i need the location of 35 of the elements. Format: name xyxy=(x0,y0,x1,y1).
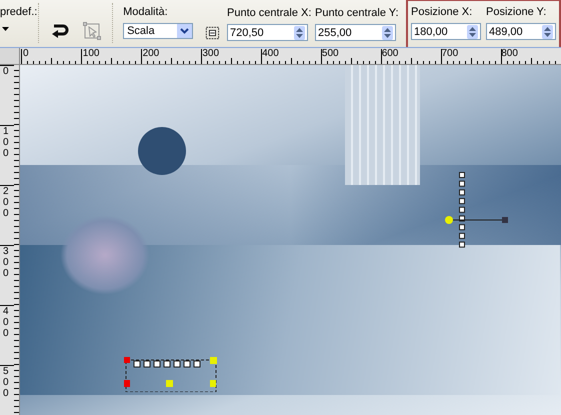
ruler-label: 200 xyxy=(142,48,160,59)
mode-dropdown[interactable]: Scala xyxy=(123,23,194,39)
ruler-label: 200 xyxy=(2,186,10,219)
ruler-label: 0 xyxy=(2,66,10,77)
ruler-label: 500 xyxy=(322,48,340,59)
field-label: Punto centrale X: xyxy=(227,6,312,20)
field-label: Posizione Y: xyxy=(486,5,546,19)
caret-icon[interactable] xyxy=(2,27,9,31)
chevron-down-icon xyxy=(180,28,190,34)
ruler-label: 800 xyxy=(501,48,519,59)
mode-label: Modalità: xyxy=(123,5,168,19)
ruler-label: 500 xyxy=(2,366,10,399)
preset-label: predef.: xyxy=(0,5,38,19)
spinner-arrows-icon[interactable] xyxy=(467,24,478,38)
spinner-arrows-icon[interactable] xyxy=(382,26,393,40)
ruler-label: 100 xyxy=(82,48,100,59)
ruler-label: 0 xyxy=(23,48,30,59)
ruler-label: 300 xyxy=(202,48,220,59)
spinner-arrows-icon[interactable] xyxy=(294,26,305,40)
transform-handles-drawing[interactable] xyxy=(124,356,220,392)
ruler-label: 400 xyxy=(262,48,280,59)
field-label: Punto centrale Y: xyxy=(315,6,399,20)
spinner-arrows-icon[interactable] xyxy=(542,24,553,38)
field-label: Posizione X: xyxy=(411,5,472,19)
ruler-label: 100 xyxy=(2,126,10,159)
number-field[interactable]: 489,00 xyxy=(486,23,556,40)
ruler-label: 700 xyxy=(441,48,460,59)
number-field[interactable]: 255,00 xyxy=(315,24,396,41)
number-field[interactable]: 720,50 xyxy=(227,24,308,41)
ruler-label: 600 xyxy=(382,48,400,59)
ruler-label: 400 xyxy=(2,306,10,339)
rotate-arrow-icon[interactable] xyxy=(51,23,70,39)
transform-box-icon[interactable] xyxy=(205,25,220,41)
ruler-label: 300 xyxy=(2,246,10,279)
number-field[interactable]: 180,00 xyxy=(411,23,481,40)
